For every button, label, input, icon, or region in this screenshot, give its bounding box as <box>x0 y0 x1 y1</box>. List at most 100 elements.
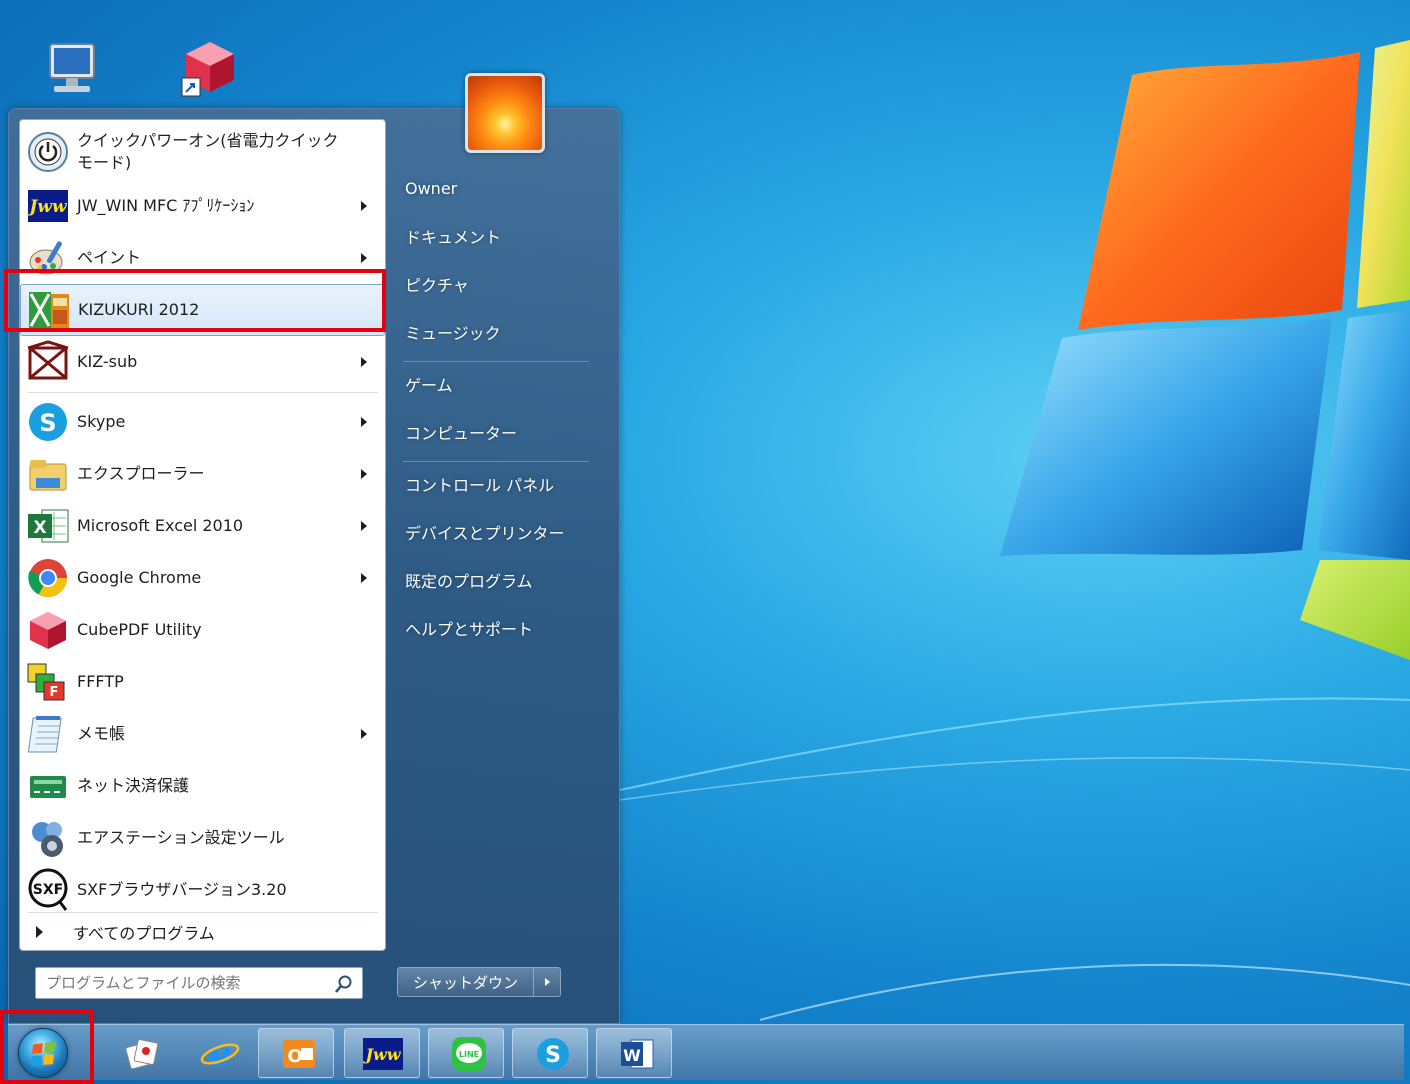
program-label: クイックパワーオン(省電力クイック モード) <box>77 131 339 172</box>
program-google-chrome[interactable]: Google Chrome <box>20 552 385 604</box>
user-picture[interactable] <box>465 73 545 153</box>
shutdown-button[interactable]: シャットダウン <box>397 967 561 997</box>
right-item-default-programs[interactable]: 既定のプログラム <box>397 561 597 599</box>
right-item-label: ヘルプとサポート <box>405 620 534 639</box>
highlight-annotation-kizukuri <box>4 269 386 332</box>
svg-text:W: W <box>623 1046 641 1065</box>
net-payment-icon <box>30 776 66 798</box>
program-airstation-settings-tool[interactable]: エアステーション設定ツール <box>20 812 385 864</box>
skype-icon: S <box>29 403 67 441</box>
program-label: メモ帳 <box>77 724 126 743</box>
svg-text:S: S <box>39 409 56 437</box>
program-label: Skype <box>77 412 126 431</box>
right-item-label: コンピューター <box>405 424 518 443</box>
search-icon[interactable] <box>334 974 354 994</box>
separator <box>28 392 378 393</box>
taskbar-games[interactable] <box>102 1028 178 1078</box>
program-label: FFFTP <box>77 672 124 691</box>
jww-icon: Jww <box>26 190 68 222</box>
taskbar-word[interactable]: W <box>596 1028 672 1078</box>
games-icon <box>125 1039 159 1070</box>
taskbar-jww[interactable]: Jww <box>344 1028 420 1078</box>
right-item-label: ピクチャ <box>405 276 469 295</box>
program-kiz-sub[interactable]: KIZ-sub <box>20 336 385 388</box>
program-excel[interactable]: X Microsoft Excel 2010 <box>20 500 385 552</box>
all-programs-label: すべてのプログラム <box>73 924 215 943</box>
program-sxf-browser[interactable]: SXF SXFブラウザバージョン3.20 <box>20 864 385 916</box>
skype-icon: S <box>537 1038 569 1070</box>
program-skype[interactable]: S Skype <box>20 396 385 448</box>
search-input[interactable] <box>46 974 326 992</box>
right-item-games[interactable]: ゲーム <box>397 365 597 403</box>
outlook-icon: O <box>283 1040 315 1068</box>
all-programs-button[interactable]: すべてのプログラム <box>20 914 385 950</box>
search-box[interactable] <box>35 967 363 999</box>
right-item-owner[interactable]: Owner <box>397 169 597 207</box>
program-quick-power-on[interactable]: クイックパワーオン(省電力クイック モード) <box>20 124 385 180</box>
line-logo-text: LINE <box>459 1050 479 1059</box>
program-label: ペイント <box>77 248 142 267</box>
submenu-arrow-icon[interactable] <box>361 357 367 367</box>
submenu-arrow-icon[interactable] <box>361 729 367 739</box>
shutdown-options-button[interactable] <box>534 968 560 996</box>
right-item-label: 既定のプログラム <box>405 572 533 591</box>
right-item-documents[interactable]: ドキュメント <box>397 217 597 255</box>
submenu-arrow-icon[interactable] <box>361 469 367 479</box>
program-jw-win[interactable]: Jww JW_WIN MFC ｱﾌﾟﾘｹｰｼｮﾝ <box>20 180 385 232</box>
highlight-annotation-start-button <box>0 1010 94 1084</box>
power-icon <box>28 132 68 172</box>
program-notepad[interactable]: メモ帳 <box>20 708 385 760</box>
taskbar-skype[interactable]: S <box>512 1028 588 1078</box>
taskbar-internet-explorer[interactable]: e <box>180 1028 256 1078</box>
separator <box>403 461 589 462</box>
submenu-arrow-icon[interactable] <box>361 521 367 531</box>
program-cubepdf-utility[interactable]: CubePDF Utility <box>20 604 385 656</box>
word-icon: W <box>621 1039 654 1069</box>
start-menu: クイックパワーオン(省電力クイック モード) Jww JW_WIN MFC ｱﾌ… <box>8 73 620 1024</box>
taskbar-line[interactable]: LINE <box>428 1028 504 1078</box>
svg-text:F: F <box>50 685 59 700</box>
right-item-computer[interactable]: コンピューター <box>397 413 597 451</box>
svg-text:e: e <box>209 1033 232 1073</box>
svg-text:O: O <box>287 1046 302 1067</box>
right-item-help-support[interactable]: ヘルプとサポート <box>397 609 597 647</box>
chrome-icon <box>28 559 68 598</box>
program-label: JW_WIN MFC ｱﾌﾟﾘｹｰｼｮﾝ <box>77 196 255 215</box>
right-item-label: ドキュメント <box>405 228 502 247</box>
right-item-devices-printers[interactable]: デバイスとプリンター <box>397 513 597 551</box>
svg-text:X: X <box>33 518 46 538</box>
submenu-arrow-icon[interactable] <box>361 201 367 211</box>
notepad-icon <box>27 716 62 753</box>
internet-explorer-icon: e <box>200 1033 240 1073</box>
explorer-icon <box>29 460 67 491</box>
right-item-control-panel[interactable]: コントロール パネル <box>397 465 597 503</box>
right-item-music[interactable]: ミュージック <box>397 313 597 351</box>
line-icon: LINE <box>452 1037 486 1071</box>
program-label: KIZ-sub <box>77 352 138 371</box>
computer-icon[interactable] <box>40 38 104 102</box>
program-label: エクスプローラー <box>77 464 205 483</box>
taskbar-outlook[interactable]: O <box>258 1028 334 1078</box>
right-item-label: Owner <box>405 178 458 198</box>
taskbar: e O Jww LINE S W <box>8 1024 1404 1080</box>
submenu-arrow-icon[interactable] <box>361 417 367 427</box>
cubepdf-shortcut-icon[interactable] <box>178 36 242 100</box>
program-explorer[interactable]: エクスプローラー <box>20 448 385 500</box>
sxf-icon: SXF <box>28 868 68 911</box>
airstation-icon <box>32 822 63 857</box>
separator <box>28 912 378 913</box>
shutdown-label[interactable]: シャットダウン <box>398 968 534 996</box>
right-item-pictures[interactable]: ピクチャ <box>397 265 597 303</box>
program-label: CubePDF Utility <box>77 620 202 639</box>
right-item-label: ゲーム <box>405 376 453 395</box>
program-label: ネット決済保護 <box>77 776 190 795</box>
submenu-arrow-icon[interactable] <box>361 253 367 263</box>
program-net-payment-protection[interactable]: ネット決済保護 <box>20 760 385 812</box>
svg-text:Jww: Jww <box>26 197 68 217</box>
program-label: Google Chrome <box>77 568 202 587</box>
program-ffftp[interactable]: F FFFTP <box>20 656 385 708</box>
separator <box>403 361 589 362</box>
right-item-label: コントロール パネル <box>405 476 555 495</box>
submenu-arrow-icon[interactable] <box>361 573 367 583</box>
kiz-sub-icon <box>27 340 69 380</box>
